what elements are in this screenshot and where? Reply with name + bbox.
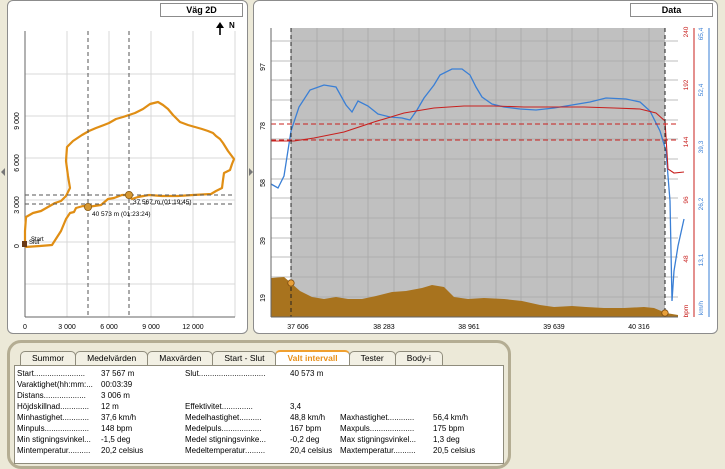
pulse-tick: 48 [683,255,690,263]
pulse-tick: 96 [683,196,690,204]
stat-label: Slut.............................. [185,369,266,378]
speed-tick: 39,3 [698,140,705,153]
data-x-tick: 39 639 [543,324,565,331]
selection-handle-end[interactable] [661,309,669,317]
tab-start-slut[interactable]: Start - Slut [212,351,277,365]
map-y-tick: 6 000 [14,154,21,172]
stat-value: 1,3 deg [433,435,460,444]
data-left-tick: 58 [260,179,267,187]
stat-label: Varaktighet(hh:mm:... [17,380,93,389]
stat-value: 00:03:39 [101,380,133,389]
north-label: N [229,21,235,30]
stat-value: -0,2 deg [290,435,320,444]
data-x-tick: 37 606 [287,324,309,331]
collapse-left-icon[interactable] [1,168,5,176]
map-x-tick: 0 [23,324,27,331]
stat-value: 12 m [101,402,119,411]
stat-label: Maxtemperatur.......... [340,446,416,455]
selection-marker-start-label: 37 567 m (01:19:45) [133,199,192,206]
data-left-tick: 78 [260,122,267,130]
speed-unit: km/h [698,301,705,315]
stat-value: 167 bpm [290,424,322,433]
stat-label: Start....................... [17,369,86,378]
stat-label: Max stigningsvinkel... [340,435,417,444]
stat-label: Min stigningsvinkel... [17,435,91,444]
tab-summor[interactable]: Summor [20,351,77,365]
speed-tick: 13,1 [698,253,705,266]
data-chart-canvas[interactable]: 97 78 58 39 19 240 192 144 96 48 bpm 65,… [254,1,718,334]
selection-marker-end[interactable] [84,202,93,211]
tab-maxvarden[interactable]: Maxvärden [147,351,214,365]
stat-value: 20,4 celsius [290,446,333,455]
route-map-canvas[interactable]: 9 000 6 000 3 000 0 0 3 000 6 000 9 000 … [8,1,248,334]
selection-marker-end-label: 40 573 m (01:23:24) [92,211,151,218]
tab-body-i[interactable]: Body-i [394,351,443,365]
tab-medelvarden[interactable]: Medelvärden [75,351,149,365]
end-marker [22,241,27,247]
map-x-tick: 12 000 [182,324,204,331]
pulse-tick: 192 [683,79,690,90]
stat-value: 56,4 km/h [433,413,469,422]
selection-handle-start[interactable] [287,279,295,287]
end-label: Slut [29,240,40,246]
pulse-tick: 240 [683,26,690,37]
map-y-tick: 9 000 [14,112,21,130]
stat-label: Maxpuls.................... [340,424,415,433]
stat-value: 48,8 km/h [290,413,326,422]
data-chart-panel[interactable]: Data 97 78 58 39 19 240 192 144 96 48 bp… [253,0,718,334]
stat-value: 37,6 km/h [101,413,137,422]
map-x-tick: 9 000 [142,324,160,331]
data-x-tick: 38 283 [373,324,395,331]
stat-label: Effektivitet.............. [185,402,253,411]
stat-value: 20,5 celsius [433,446,476,455]
tab-valt-intervall[interactable]: Valt intervall [275,350,350,365]
stat-value: 3 006 m [101,391,130,400]
statistics-frame: Summor Medelvärden Maxvärden Start - Slu… [7,340,511,469]
stat-label: Maxhastighet............ [340,413,415,422]
stat-value: 175 bpm [433,424,465,433]
stat-value: 20,2 celsius [101,446,144,455]
stat-label: Minpuls.................... [17,424,90,433]
stat-value: -1,5 deg [101,435,131,444]
stat-value: 3,4 [290,402,302,411]
stat-label: Minhastighet............ [17,413,90,422]
stat-label: Medelpuls.................. [185,424,262,433]
stat-label: Medelhastighet.......... [185,413,262,422]
stat-label: Mintemperatur.......... [17,446,91,455]
stat-value: 40 573 m [290,369,324,378]
map-grid [24,31,236,317]
map-x-tick: 3 000 [58,324,76,331]
data-left-tick: 19 [260,294,267,302]
stat-label: Distans................... [17,391,86,400]
speed-tick: 52,4 [698,83,705,96]
selected-interval-area[interactable] [291,28,665,317]
speed-tick: 65,4 [698,27,705,40]
data-left-tick: 97 [260,63,267,71]
map-x-tick: 6 000 [100,324,118,331]
speed-tick: 26,2 [698,197,705,210]
stat-value: 148 bpm [101,424,133,433]
data-left-tick: 39 [260,237,267,245]
data-x-tick: 40 316 [628,324,650,331]
map-y-tick: 0 [14,244,21,248]
stat-label: Medeltemperatur......... [185,446,266,455]
data-x-tick: 38 961 [458,324,480,331]
tab-tester[interactable]: Tester [348,351,396,365]
stat-label: Medel stigningsvinke... [185,435,266,444]
north-arrow-icon [216,22,224,35]
stat-value: 37 567 m [101,369,135,378]
statistics-tabs: Summor Medelvärden Maxvärden Start - Slu… [20,350,443,365]
map-y-tick: 3 000 [14,196,21,214]
stat-label: Höjdskillnad............. [17,402,90,411]
statistics-table: Start....................... Varaktighet… [14,365,504,464]
selection-marker-start[interactable] [125,190,134,199]
route-map-panel[interactable]: Väg 2D 9 000 6 000 3 000 0 0 3 000 6 000… [7,0,248,334]
pulse-unit: bpm [683,305,690,318]
pulse-tick: 144 [683,136,690,147]
